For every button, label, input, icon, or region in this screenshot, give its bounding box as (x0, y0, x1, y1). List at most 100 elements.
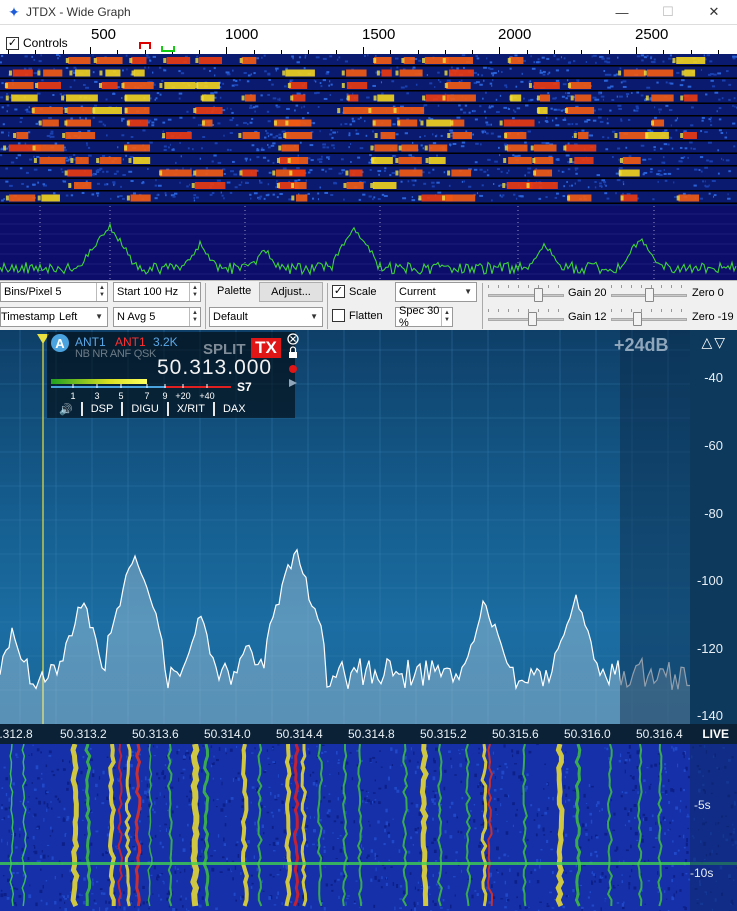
db-tick-label: -140 (696, 708, 723, 723)
frequency-axis[interactable]: 50.312.8 50.313.2 50.313.6 50.314.0 50.3… (0, 724, 737, 744)
flatten-checkbox[interactable]: Flatten (332, 309, 383, 322)
slice-side-icons (287, 333, 299, 387)
wide-graph-spectrum[interactable] (0, 206, 737, 280)
slider-thumb[interactable] (645, 288, 654, 302)
waterfall-image (0, 744, 737, 911)
spectrum-mode-value: Current (399, 286, 436, 298)
play-icon[interactable] (289, 379, 297, 387)
db-tick-label: -80 (704, 506, 723, 521)
waterfall[interactable]: -5s -10s (0, 744, 737, 911)
wide-graph-waterfall-image (0, 54, 737, 206)
tab-digu[interactable]: DIGU (123, 402, 169, 416)
spec-percent-spinbox[interactable]: Spec 30 % ▲ ▼ (395, 305, 453, 329)
zero-bottom-label: Zero -19 (692, 311, 734, 323)
panel-divider (327, 283, 328, 329)
chevron-down-icon: ▼ (464, 287, 472, 296)
frequency-label: 50.313.6 (132, 727, 179, 741)
wide-graph-waterfall[interactable] (0, 54, 737, 206)
slider-thumb[interactable] (534, 288, 543, 302)
audio-speaker-icon[interactable]: 🔊 (51, 402, 83, 416)
db-tick-label: -60 (704, 438, 723, 453)
controls-check-box[interactable]: ✓ (6, 36, 19, 50)
start-frequency-value: Start 100 Hz (117, 286, 179, 298)
bins-per-pixel-value: Bins/Pixel 5 (4, 286, 62, 298)
waterfall-time-label: -5s (694, 798, 711, 812)
adjust-button[interactable]: Adjust... (259, 282, 323, 302)
scale-label: Scale (349, 285, 377, 298)
record-icon[interactable] (289, 365, 297, 373)
panel-divider (205, 283, 206, 329)
scale-checkbox[interactable]: ✓ Scale (332, 285, 377, 298)
gain-top-label: Gain 20 (568, 287, 607, 299)
slice-tabs: 🔊 DSP DIGU X/RIT DAX (51, 402, 254, 418)
gain-bottom-label: Gain 12 (568, 311, 607, 323)
ruler-tick-label: 2500 (635, 26, 669, 43)
rx-frequency-marker[interactable] (161, 46, 175, 52)
jtdx-star-icon: ✦ (8, 3, 20, 20)
spectrum-mode-combo[interactable]: Current ▼ (395, 282, 477, 302)
tab-dsp[interactable]: DSP (83, 402, 124, 416)
ruler-tick-label: 500 (91, 26, 117, 43)
bins-per-pixel-spinbox[interactable]: Bins/Pixel 5 ▲ ▼ (0, 282, 108, 302)
start-frequency-spinbox[interactable]: Start 100 Hz ▲ ▼ (113, 282, 201, 302)
slice-flag[interactable]: A ANT1 ANT1 3.2K NB NR ANF QSK SPLIT TX … (47, 332, 295, 418)
frequency-label: 50.316.4 (636, 727, 683, 741)
db-axis[interactable]: △▽ -40 -60 -80 -100 -120 -140 (690, 330, 737, 724)
frequency-ruler[interactable]: ✓ Controls 500 1000 1500 2000 2500 (0, 24, 737, 55)
frequency-label: 50.315.2 (420, 727, 467, 741)
arrows-up-down-icon[interactable]: △▽ (701, 334, 727, 351)
svg-text:1: 1 (70, 391, 75, 400)
svg-text:+40: +40 (199, 391, 214, 400)
ruler-tick-label: 1500 (362, 26, 396, 43)
zero-slider-top[interactable] (611, 285, 687, 305)
n-avg-spinbox[interactable]: N Avg 5 ▲ ▼ (113, 307, 201, 327)
tx-frequency-marker[interactable] (139, 42, 151, 49)
db-tick-label: -120 (696, 641, 723, 656)
zero-slider-bottom[interactable] (611, 309, 687, 329)
timestamp-combo[interactable]: Timestamp Left ▼ (0, 307, 108, 327)
spin-arrows-icon[interactable]: ▲ ▼ (189, 283, 200, 301)
spin-arrows-icon[interactable]: ▲ ▼ (96, 283, 107, 301)
panadapter[interactable]: △▽ -40 -60 -80 -100 -120 -140 +24dB A AN… (0, 330, 737, 724)
slice-frequency[interactable]: 50.313.000 (157, 356, 272, 380)
spin-arrows-icon[interactable]: ▲ ▼ (189, 308, 200, 326)
ruler-tick-label: 2000 (498, 26, 532, 43)
tx-button[interactable]: TX (251, 338, 281, 358)
ruler-tick-label: 1000 (225, 26, 259, 43)
frequency-label: 50.315.6 (492, 727, 539, 741)
close-button[interactable]: ✕ (691, 0, 737, 24)
timestamp-value: Left (59, 311, 78, 323)
palette-value: Default (213, 311, 248, 323)
window-title: JTDX - Wide Graph (26, 5, 131, 19)
zero-top-label: Zero 0 (692, 287, 724, 299)
scale-check-box[interactable]: ✓ (332, 285, 345, 298)
svg-text:3: 3 (94, 391, 99, 400)
slice-letter[interactable]: A (51, 334, 69, 352)
controls-checkbox[interactable]: ✓ Controls (6, 36, 68, 50)
filter-bandwidth[interactable]: 3.2K (153, 335, 178, 349)
gain-slider-top[interactable] (488, 285, 564, 305)
s-meter: 1 3 5 7 9 +20 +40 (51, 379, 231, 400)
svg-text:5: 5 (118, 391, 123, 400)
waterfall-time-label: -10s (690, 866, 714, 880)
spin-arrows-icon[interactable]: ▲ ▼ (441, 308, 452, 326)
tx-antenna[interactable]: ANT1 (115, 335, 146, 349)
palette-label: Palette (217, 285, 252, 297)
minimize-button[interactable]: — (599, 0, 645, 24)
tab-xrit[interactable]: X/RIT (169, 402, 215, 416)
n-avg-value: N Avg 5 (117, 311, 156, 323)
maximize-button[interactable]: ☐ (645, 0, 691, 24)
frequency-label: 50.314.0 (204, 727, 251, 741)
svg-text:9: 9 (162, 391, 167, 400)
timestamp-label: Timestamp (1, 311, 55, 323)
gain-slider-bottom[interactable] (488, 309, 564, 329)
palette-combo[interactable]: Default ▼ (209, 307, 323, 327)
tab-dax[interactable]: DAX (215, 402, 254, 416)
flatten-check-box[interactable] (332, 309, 345, 322)
lock-icon[interactable] (289, 352, 297, 358)
slider-thumb[interactable] (633, 312, 642, 326)
rx-antenna[interactable]: ANT1 (75, 335, 106, 349)
svg-text:+20: +20 (175, 391, 190, 400)
slider-thumb[interactable] (528, 312, 537, 326)
live-label[interactable]: LIVE (702, 727, 729, 741)
